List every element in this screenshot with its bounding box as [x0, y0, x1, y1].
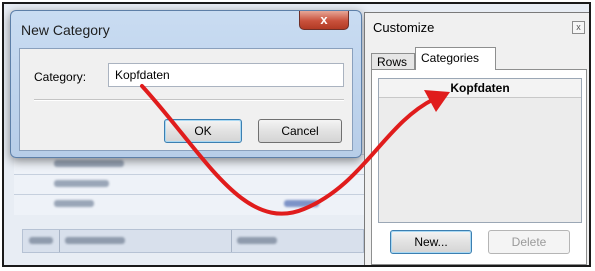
close-icon[interactable]: x: [572, 21, 585, 34]
tab-categories[interactable]: Categories: [415, 47, 496, 70]
delete-button: Delete: [488, 230, 570, 254]
cancel-button[interactable]: Cancel: [258, 119, 342, 143]
new-category-dialog: New Category x Category: OK Cancel: [10, 10, 362, 158]
categories-tab-panel: Kopfdaten New... Delete: [371, 69, 587, 265]
background-grid-header: [22, 229, 364, 253]
background-row: [14, 194, 364, 215]
close-button[interactable]: x: [299, 11, 349, 30]
tab-rows[interactable]: Rows: [371, 53, 415, 70]
customize-title: Customize: [373, 20, 435, 35]
close-icon: x: [320, 12, 328, 27]
dialog-separator: [34, 99, 344, 101]
list-item[interactable]: Kopfdaten: [379, 79, 581, 98]
categories-list[interactable]: Kopfdaten: [378, 78, 582, 223]
screenshot-frame: New Category x Category: OK Cancel Custo…: [2, 2, 591, 267]
new-button[interactable]: New...: [390, 230, 472, 254]
background-row: [14, 174, 364, 195]
category-input[interactable]: [108, 63, 344, 87]
dialog-title: New Category: [21, 22, 110, 38]
customize-panel: Customize x Rows Categories Kopfdaten Ne…: [364, 12, 589, 265]
ok-button[interactable]: OK: [164, 119, 242, 143]
dialog-body: Category: OK Cancel: [19, 48, 353, 151]
category-label: Category:: [34, 70, 87, 84]
